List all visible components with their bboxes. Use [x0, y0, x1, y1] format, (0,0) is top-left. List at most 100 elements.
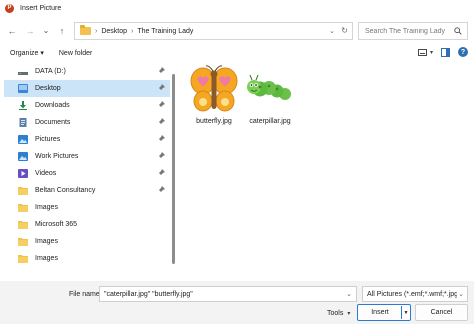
title-bar: P Insert Picture — [0, 0, 474, 16]
up-button[interactable]: ↑ — [56, 24, 68, 37]
up-arrow-icon: ↑ — [59, 25, 65, 36]
breadcrumb-separator-icon: › — [131, 27, 134, 35]
pin-icon — [157, 135, 165, 143]
breadcrumb-desktop[interactable]: Desktop — [101, 28, 127, 35]
folder-icon — [18, 204, 28, 212]
back-button[interactable]: ← — [6, 24, 18, 37]
chevron-down-icon: ⌄ — [42, 26, 50, 35]
file-name-field[interactable]: "caterpillar.jpg" "butterfly.jpg" ⌄ — [99, 286, 357, 302]
address-bar[interactable]: › Desktop › The Training Lady ⌄ ↻ — [74, 22, 353, 40]
folder-icon — [18, 221, 28, 229]
sidebar-item-downloads[interactable]: Downloads — [4, 97, 170, 114]
file-item-caterpillar[interactable]: caterpillar.jpg — [244, 65, 296, 131]
sidebar-item-videos[interactable]: Videos — [4, 165, 170, 182]
sidebar-item-label: Videos — [35, 170, 57, 177]
command-bar: Organize ▾ New folder ▾ ? — [0, 44, 474, 62]
sidebar-item-label: Pictures — [35, 136, 61, 143]
folder-icon — [18, 238, 28, 246]
sidebar-item-pictures[interactable]: Pictures — [4, 131, 170, 148]
view-dropdown-icon: ▾ — [429, 49, 433, 56]
documents-icon — [19, 118, 27, 127]
pin-icon — [157, 186, 165, 194]
downloads-icon — [19, 101, 27, 110]
refresh-icon[interactable]: ↻ — [341, 26, 348, 35]
search-box[interactable]: Search The Training Lady — [358, 22, 468, 40]
powerpoint-app-icon: P — [5, 3, 14, 13]
file-name-label: caterpillar.jpg — [249, 118, 291, 125]
recent-locations-button[interactable]: ⌄ — [40, 24, 52, 37]
drive-icon — [18, 72, 28, 75]
videos-icon — [18, 169, 28, 178]
sidebar-item-desktop[interactable]: Desktop — [4, 80, 170, 97]
change-view-button[interactable]: ▾ — [417, 48, 433, 56]
sidebar-item-images[interactable]: Images — [4, 250, 170, 267]
sidebar-item-images[interactable]: Images — [4, 199, 170, 216]
sidebar-item-microsoft-365[interactable]: Microsoft 365 — [4, 216, 170, 233]
sidebar-item-label: Beltan Consultancy — [35, 187, 96, 194]
sidebar-item-label: Images — [35, 238, 58, 245]
forward-arrow-icon: → — [25, 25, 35, 36]
file-type-value: All Pictures (*.emf;*.wmf;*.jpg;* — [367, 290, 463, 298]
search-icon — [454, 27, 462, 35]
breadcrumb-separator-icon: › — [95, 27, 98, 35]
folder-icon — [18, 255, 28, 263]
insert-options-dropdown-icon[interactable]: ▼ — [401, 306, 410, 319]
scrollbar-thumb[interactable] — [172, 74, 175, 264]
navigation-pane: DATA (D:) Desktop Downloads Documents Pi… — [0, 63, 172, 281]
pictures-icon — [18, 152, 28, 161]
caterpillar-thumbnail-icon — [247, 74, 291, 100]
back-arrow-icon: ← — [7, 25, 17, 36]
window-title: Insert Picture — [20, 4, 62, 12]
search-input[interactable]: Search The Training Lady — [365, 28, 454, 35]
breadcrumb-the-training-lady[interactable]: The Training Lady — [137, 28, 193, 35]
tools-label: Tools — [327, 309, 344, 317]
organize-button[interactable]: Organize ▾ — [10, 49, 44, 57]
folder-icon — [80, 25, 91, 35]
sidebar-item-data-drive[interactable]: DATA (D:) — [4, 63, 170, 80]
pin-icon — [157, 101, 165, 109]
sidebar-item-beltan-consultancy[interactable]: Beltan Consultancy — [4, 182, 170, 199]
pin-icon — [157, 152, 165, 160]
file-list: butterfly.jpg caterpillar.jpg — [178, 63, 474, 281]
pictures-icon — [18, 135, 28, 144]
navigation-bar: ← → ⌄ ↑ › Desktop › The Training Lady ⌄ … — [0, 19, 474, 43]
forward-button[interactable]: → — [24, 24, 36, 37]
chevron-down-icon[interactable]: ⌄ — [346, 290, 352, 298]
sidebar-item-label: Desktop — [35, 85, 61, 92]
file-name-label: File name: — [69, 291, 102, 298]
tools-dropdown-icon: ▾ — [347, 310, 351, 317]
sidebar-item-label: Microsoft 365 — [35, 221, 78, 228]
cancel-button[interactable]: Cancel — [415, 304, 468, 321]
new-folder-button[interactable]: New folder — [59, 50, 92, 57]
pin-icon — [157, 169, 165, 177]
preview-pane-icon[interactable] — [441, 47, 450, 57]
view-icon — [417, 48, 427, 56]
sidebar-item-images[interactable]: Images — [4, 233, 170, 250]
folder-icon — [18, 187, 28, 195]
sidebar-scrollbar[interactable] — [172, 74, 175, 264]
file-type-select[interactable]: All Pictures (*.emf;*.wmf;*.jpg;* ⌄ — [362, 286, 468, 302]
insert-button[interactable]: Insert ▼ — [357, 304, 411, 321]
sidebar-item-label: Images — [35, 255, 58, 262]
insert-label: Insert — [371, 309, 389, 316]
desktop-icon — [18, 84, 28, 93]
file-item-butterfly[interactable]: butterfly.jpg — [188, 65, 240, 131]
sidebar-item-work-pictures[interactable]: Work Pictures — [4, 148, 170, 165]
sidebar-item-documents[interactable]: Documents — [4, 114, 170, 131]
dialog-footer: File name: "caterpillar.jpg" "butterfly.… — [0, 281, 474, 324]
sidebar-item-label: Documents — [35, 119, 71, 126]
sidebar-item-label: Downloads — [35, 102, 70, 109]
file-name-value[interactable]: "caterpillar.jpg" "butterfly.jpg" — [104, 291, 193, 298]
help-icon[interactable]: ? — [458, 47, 468, 57]
pin-icon — [157, 84, 165, 92]
address-dropdown-icon[interactable]: ⌄ — [329, 27, 335, 35]
pin-icon — [157, 67, 165, 75]
butterfly-thumbnail-icon — [190, 65, 238, 112]
file-name-label: butterfly.jpg — [196, 118, 232, 125]
sidebar-item-label: Work Pictures — [35, 153, 79, 160]
tools-menu-button[interactable]: Tools ▾ — [327, 305, 350, 321]
chevron-down-icon[interactable]: ⌄ — [457, 290, 464, 298]
sidebar-item-label: DATA (D:) — [35, 68, 66, 75]
pin-icon — [157, 118, 165, 126]
sidebar-item-label: Images — [35, 204, 58, 211]
